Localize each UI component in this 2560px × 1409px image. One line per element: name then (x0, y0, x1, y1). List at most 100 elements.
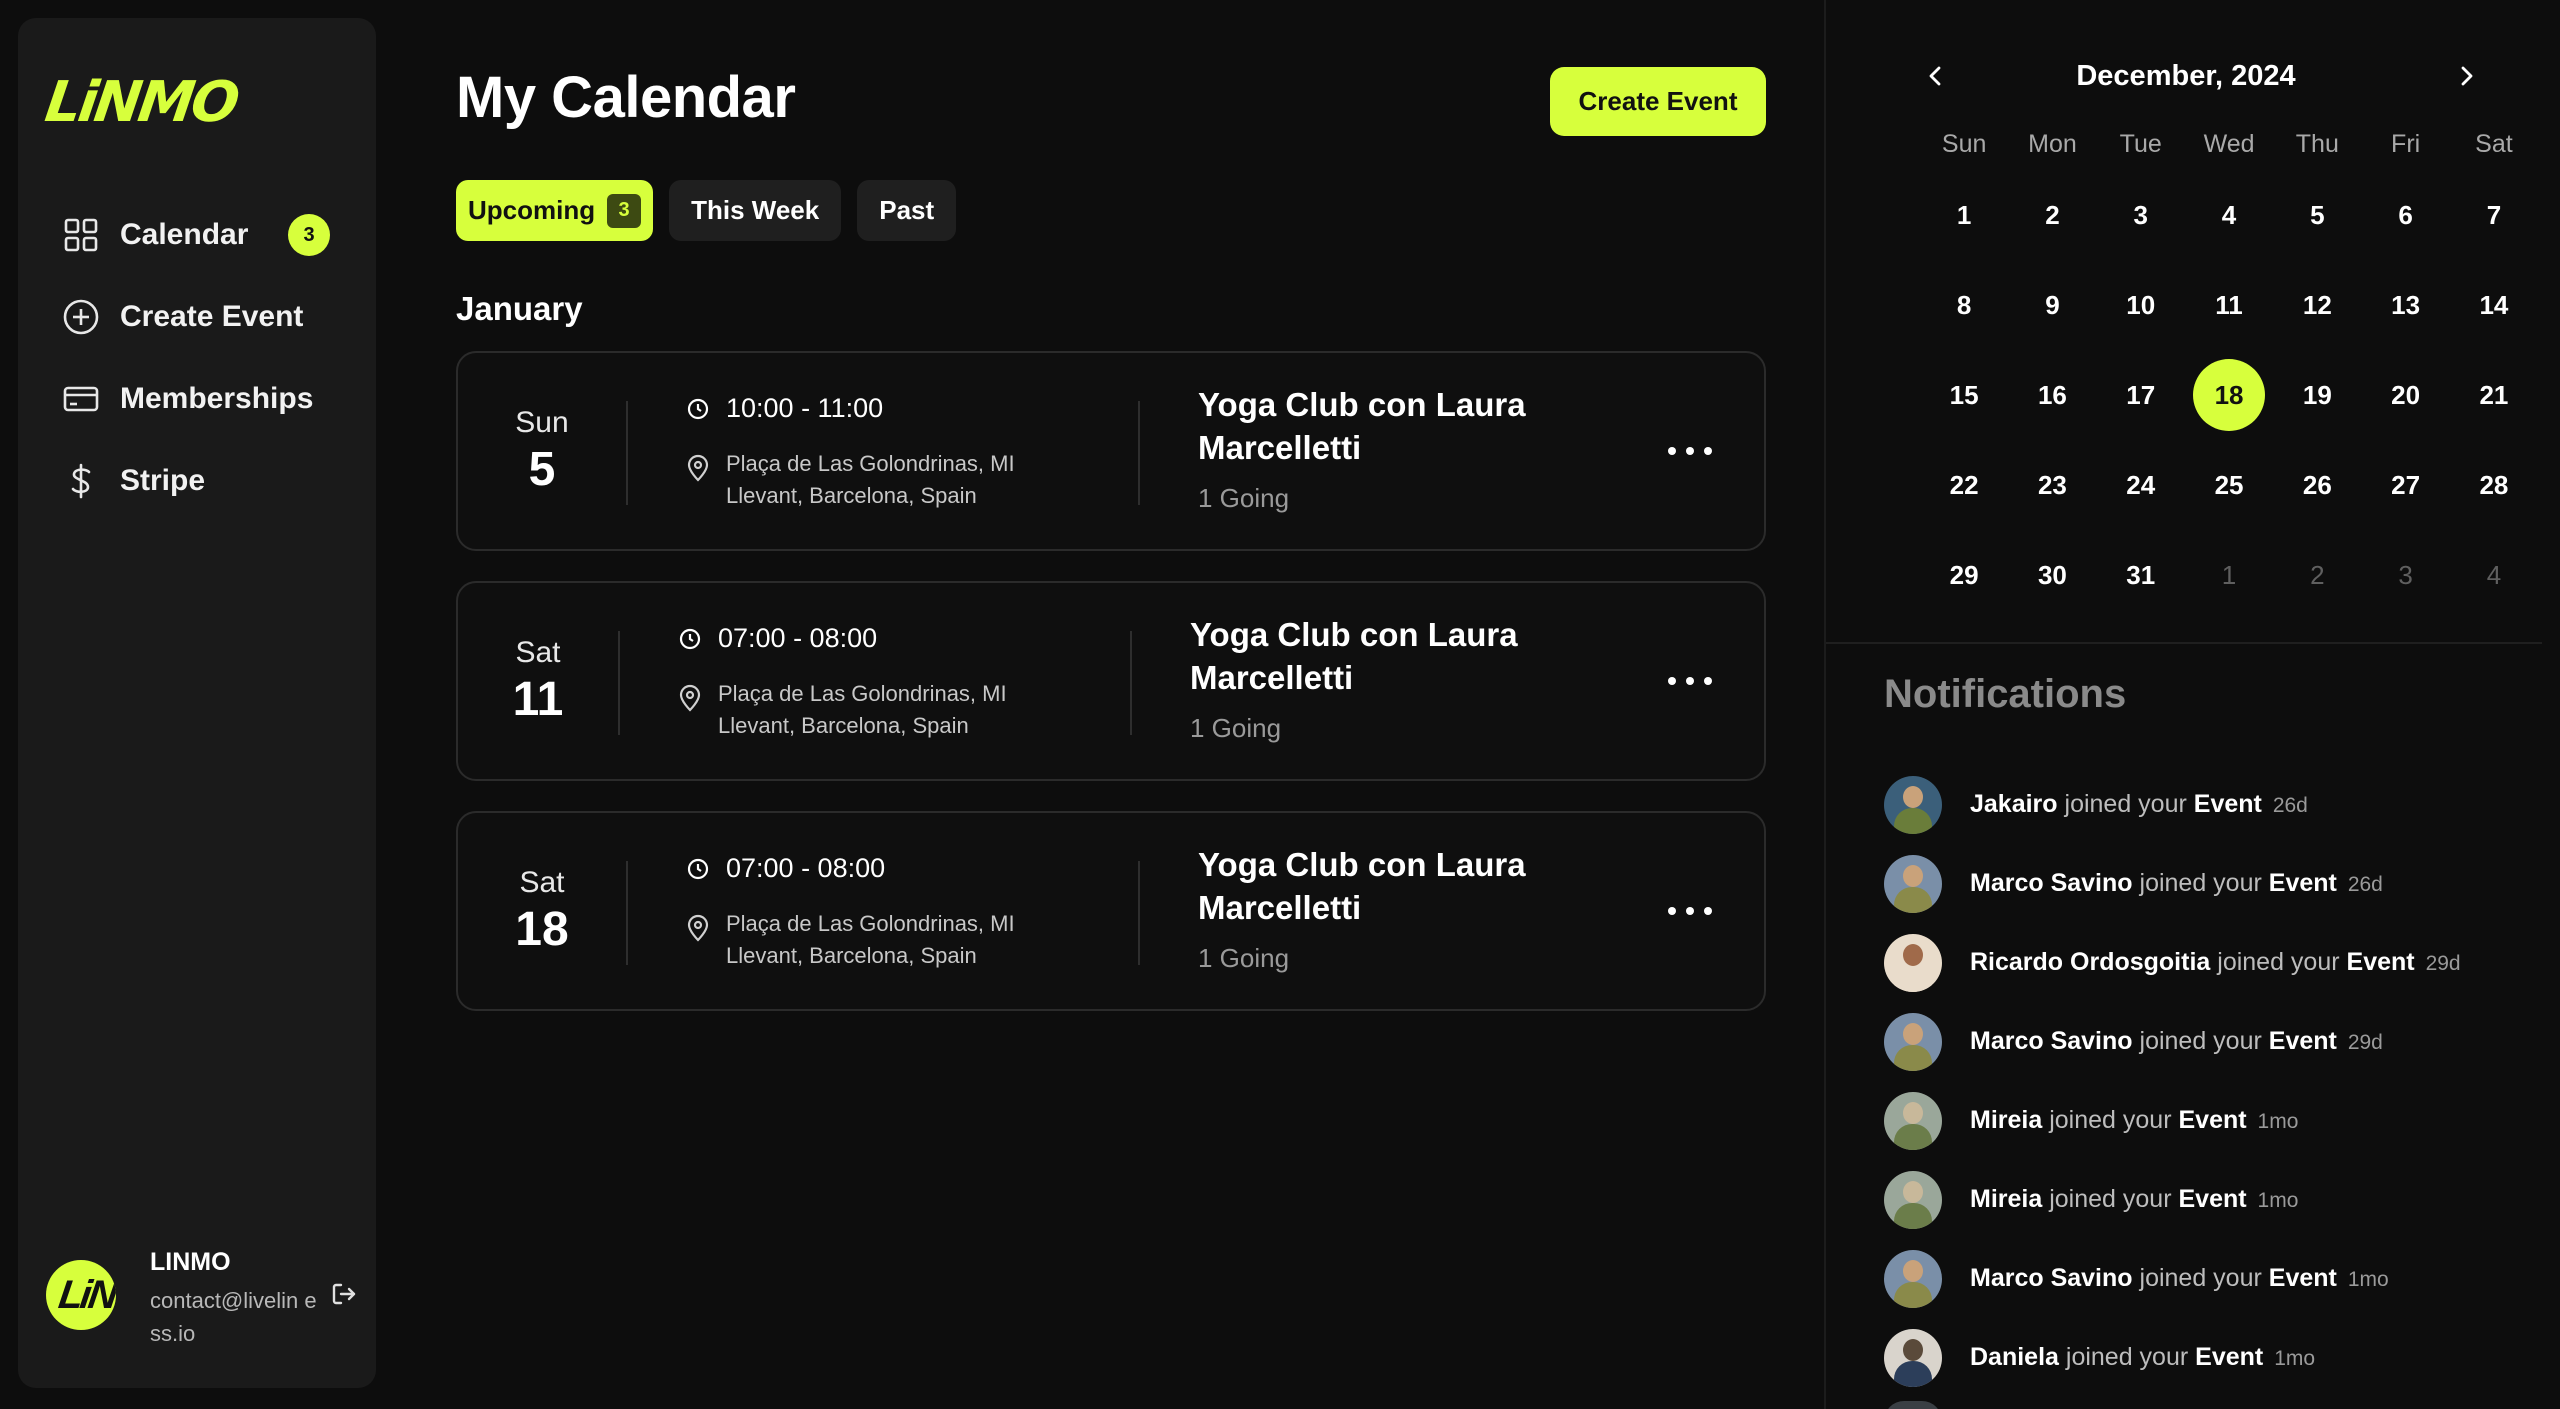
more-options-icon[interactable] (1668, 891, 1712, 931)
calendar-day-outside-month[interactable]: 1 (2193, 539, 2265, 611)
calendar-day[interactable]: 8 (1928, 269, 2000, 341)
calendar-day-outside-month[interactable]: 4 (2458, 539, 2530, 611)
notification-item[interactable]: Daniela joined your Event 1mo (1884, 1318, 2544, 1397)
calendar-day[interactable]: 30 (2016, 539, 2088, 611)
calendar-day-cell: 7 (2450, 170, 2538, 260)
notification-user-name[interactable]: Mireia (1970, 1106, 2042, 1134)
calendar-day[interactable]: 23 (2016, 449, 2088, 521)
calendar-day[interactable]: 7 (2458, 179, 2530, 251)
calendar-day[interactable]: 22 (1928, 449, 2000, 521)
notification-user-name[interactable]: Marco Savino (1970, 869, 2133, 897)
event-location-text: Plaça de Las Golondrinas, MI Llevant, Ba… (726, 911, 1015, 968)
calendar-day[interactable]: 28 (2458, 449, 2530, 521)
calendar-day[interactable]: 24 (2105, 449, 2177, 521)
location-pin-icon (687, 914, 709, 942)
avatar[interactable] (1884, 775, 1942, 834)
avatar[interactable] (1884, 1328, 1942, 1387)
calendar-day[interactable]: 10 (2105, 269, 2177, 341)
page-title: My Calendar (456, 65, 796, 130)
calendar-day-cell: 16 (2008, 350, 2096, 440)
sidebar-item-label: Create Event (120, 300, 304, 333)
calendar-day[interactable]: 9 (2016, 269, 2088, 341)
notification-user-name[interactable]: Daniela (1970, 1343, 2059, 1371)
notification-user-name[interactable]: Marco Savino (1970, 1264, 2133, 1292)
notification-item[interactable]: Ricardo Ordosgoitia joined your Event 29… (1884, 923, 2544, 1002)
calendar-day[interactable]: 11 (2193, 269, 2265, 341)
notification-object[interactable]: Event (2195, 1343, 2263, 1371)
sidebar-item-memberships[interactable]: Memberships (18, 358, 376, 440)
sidebar-item-calendar[interactable]: Calendar 3 (18, 194, 376, 276)
calendar-day-outside-month[interactable]: 3 (2370, 539, 2442, 611)
notification-object[interactable]: Event (2178, 1185, 2246, 1213)
brand-logo[interactable]: LiNMO (41, 70, 240, 135)
tab-upcoming[interactable]: Upcoming 3 (456, 180, 654, 241)
notification-item[interactable]: Mireia joined your Event 1mo (1884, 1160, 2544, 1239)
event-card[interactable]: Sat 11 07:00 - 08:00 Plaça de Las Golond… (456, 581, 1766, 781)
calendar-day[interactable]: 31 (2105, 539, 2177, 611)
calendar-day-cell: 4 (2450, 530, 2538, 620)
notification-object[interactable]: Event (2178, 1106, 2246, 1134)
calendar-day[interactable]: 29 (1928, 539, 2000, 611)
avatar[interactable] (1884, 1249, 1942, 1308)
tab-count-badge: 3 (607, 193, 642, 228)
event-card[interactable]: Sat 18 07:00 - 08:00 Plaça de Las Golond… (456, 811, 1766, 1011)
event-title[interactable]: Yoga Club con Laura Marcelletti (1198, 843, 1618, 929)
app-root: LiNMO Calendar 3 Create Event Membership… (0, 0, 2560, 1409)
calendar-day[interactable]: 13 (2370, 269, 2442, 341)
avatar[interactable] (1884, 933, 1942, 992)
calendar-day[interactable]: 14 (2458, 269, 2530, 341)
tab-this-week[interactable]: This Week (669, 180, 842, 241)
calendar-day-selected[interactable]: 18 (2193, 359, 2266, 431)
notification-item[interactable]: Mireia joined your Event 1mo (1884, 1081, 2544, 1160)
tab-past[interactable]: Past (857, 180, 957, 241)
calendar-day[interactable]: 1 (1928, 179, 2000, 251)
more-options-icon[interactable] (1668, 661, 1712, 701)
notification-item[interactable]: Marco Savino joined your Event 1mo (1884, 1239, 2544, 1318)
calendar-day-outside-month[interactable]: 2 (2281, 539, 2353, 611)
notification-user-name[interactable]: Ricardo Ordosgoitia (1970, 948, 2210, 976)
notification-object[interactable]: Event (2269, 1264, 2337, 1292)
divider (1138, 861, 1140, 965)
avatar[interactable] (1884, 1170, 1942, 1229)
event-title[interactable]: Yoga Club con Laura Marcelletti (1198, 383, 1618, 469)
avatar[interactable]: LiN (46, 1260, 116, 1330)
avatar[interactable] (1884, 1012, 1942, 1071)
notification-item[interactable]: Marco Savino joined your Event 26d (1884, 844, 2544, 923)
sidebar-item-stripe[interactable]: Stripe (18, 440, 376, 522)
calendar-day[interactable]: 2 (2016, 179, 2088, 251)
notification-item[interactable]: Jakairo joined your Event 26d (1884, 765, 2544, 844)
calendar-day[interactable]: 20 (2370, 359, 2442, 431)
calendar-day[interactable]: 25 (2193, 449, 2265, 521)
calendar-day[interactable]: 26 (2281, 449, 2353, 521)
notification-user-name[interactable]: Jakairo (1970, 790, 2058, 818)
calendar-day[interactable]: 19 (2281, 359, 2353, 431)
calendar-day[interactable]: 6 (2370, 179, 2442, 251)
chevron-right-icon[interactable] (2448, 56, 2484, 96)
event-title[interactable]: Yoga Club con Laura Marcelletti (1190, 613, 1610, 699)
avatar[interactable] (1884, 1091, 1942, 1150)
calendar-day[interactable]: 5 (2281, 179, 2353, 251)
calendar-day[interactable]: 17 (2105, 359, 2177, 431)
notification-user-name[interactable]: Marco Savino (1970, 1027, 2133, 1055)
calendar-day[interactable]: 12 (2281, 269, 2353, 341)
calendar-day[interactable]: 16 (2016, 359, 2088, 431)
notification-object[interactable]: Event (2194, 790, 2262, 818)
calendar-day[interactable]: 15 (1928, 359, 2000, 431)
notification-item[interactable]: Marco Savino joined your Event 29d (1884, 1002, 2544, 1081)
calendar-day[interactable]: 3 (2105, 179, 2177, 251)
more-options-icon[interactable] (1668, 431, 1712, 471)
event-day: 18 (515, 902, 569, 956)
calendar-day[interactable]: 27 (2370, 449, 2442, 521)
logout-icon[interactable] (330, 1280, 360, 1310)
calendar-day[interactable]: 4 (2193, 179, 2265, 251)
avatar[interactable] (1884, 854, 1942, 913)
sidebar-item-create-event[interactable]: Create Event (18, 276, 376, 358)
create-event-button[interactable]: Create Event (1550, 67, 1766, 136)
calendar-day[interactable]: 21 (2458, 359, 2530, 431)
notification-object[interactable]: Event (2347, 948, 2415, 976)
event-card[interactable]: Sun 5 10:00 - 11:00 Plaça de Las Golondr… (456, 351, 1766, 551)
notification-object[interactable]: Event (2269, 869, 2337, 897)
event-list: Sun 5 10:00 - 11:00 Plaça de Las Golondr… (456, 351, 1766, 1041)
notification-user-name[interactable]: Mireia (1970, 1185, 2042, 1213)
notification-object[interactable]: Event (2269, 1027, 2337, 1055)
